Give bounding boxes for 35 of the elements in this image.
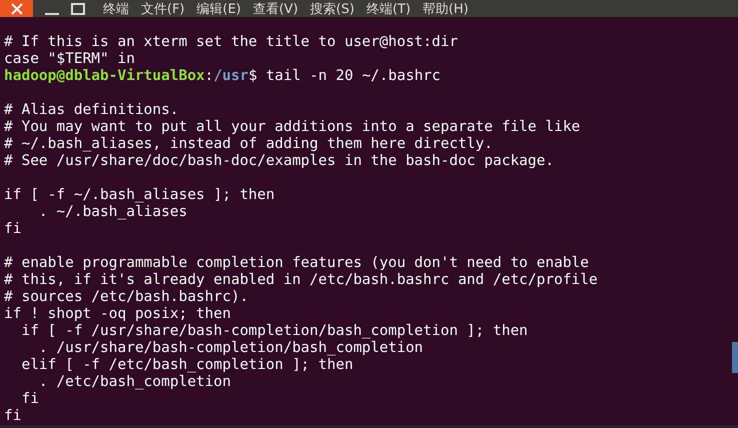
menu-item[interactable]: 查看(V): [252, 0, 298, 17]
menu-item[interactable]: 终端: [103, 0, 129, 17]
terminal-line: # sources /etc/bash.bashrc).: [4, 289, 248, 306]
terminal-line: case "$TERM" in: [4, 51, 135, 68]
menu-item[interactable]: 帮助(H): [422, 0, 468, 17]
terminal-line: # You may want to put all your additions into a separate file like: [4, 119, 580, 136]
terminal-line: elif [ -f /etc/bash_completion ]; then: [20, 357, 354, 374]
terminal-line: if ! shopt -oq posix; then: [4, 306, 231, 323]
terminal-line: # this, if it's already enabled in /etc/bash.bashrc and /etc/profile: [4, 272, 598, 289]
maximize-icon: [71, 2, 85, 14]
menu-item[interactable]: 文件(F): [141, 0, 185, 17]
minimize-icon: [45, 12, 59, 14]
prompt-user-host: hadoop@dblab-VirtualBox: [4, 68, 205, 84]
terminal-line: if [ -f ~/.bash_aliases ]; then: [4, 187, 275, 204]
terminal-line: fi: [4, 408, 22, 425]
scrollbar-thumb[interactable]: [732, 342, 738, 373]
terminal-line: # If this is an xterm set the title to user@host:dir: [4, 34, 458, 51]
terminal-line: # ~/.bash_aliases, instead of adding them here directly.: [4, 136, 493, 153]
terminal-line: if [ -f /usr/share/bash-completion/bash_completion ]; then: [20, 323, 528, 340]
close-button[interactable]: [0, 0, 33, 17]
terminal-line: fi: [4, 221, 22, 238]
prompt-path: /usr: [214, 68, 248, 84]
terminal-line: fi: [20, 391, 39, 408]
menu-item[interactable]: 编辑(E): [196, 0, 241, 17]
menu-item[interactable]: 搜索(S): [310, 0, 354, 17]
terminal-line: . /etc/bash_completion: [38, 374, 231, 391]
terminal-line: # See /usr/share/doc/bash-doc/examples in the bash-doc package.: [4, 153, 554, 170]
prompt-separator: :: [204, 68, 214, 84]
terminal-line: . /usr/share/bash-completion/bash_completion: [38, 340, 424, 357]
menu-item[interactable]: 终端(T): [366, 0, 411, 17]
terminal-line: # enable programmable completion features (you don't need to enable: [4, 255, 589, 272]
terminal-line: . ~/.bash_aliases: [38, 204, 188, 221]
close-icon: [10, 2, 22, 14]
command-text: $ tail -n 20 ~/.bashrc: [248, 68, 441, 84]
terminal-line: # Alias definitions.: [4, 102, 179, 119]
